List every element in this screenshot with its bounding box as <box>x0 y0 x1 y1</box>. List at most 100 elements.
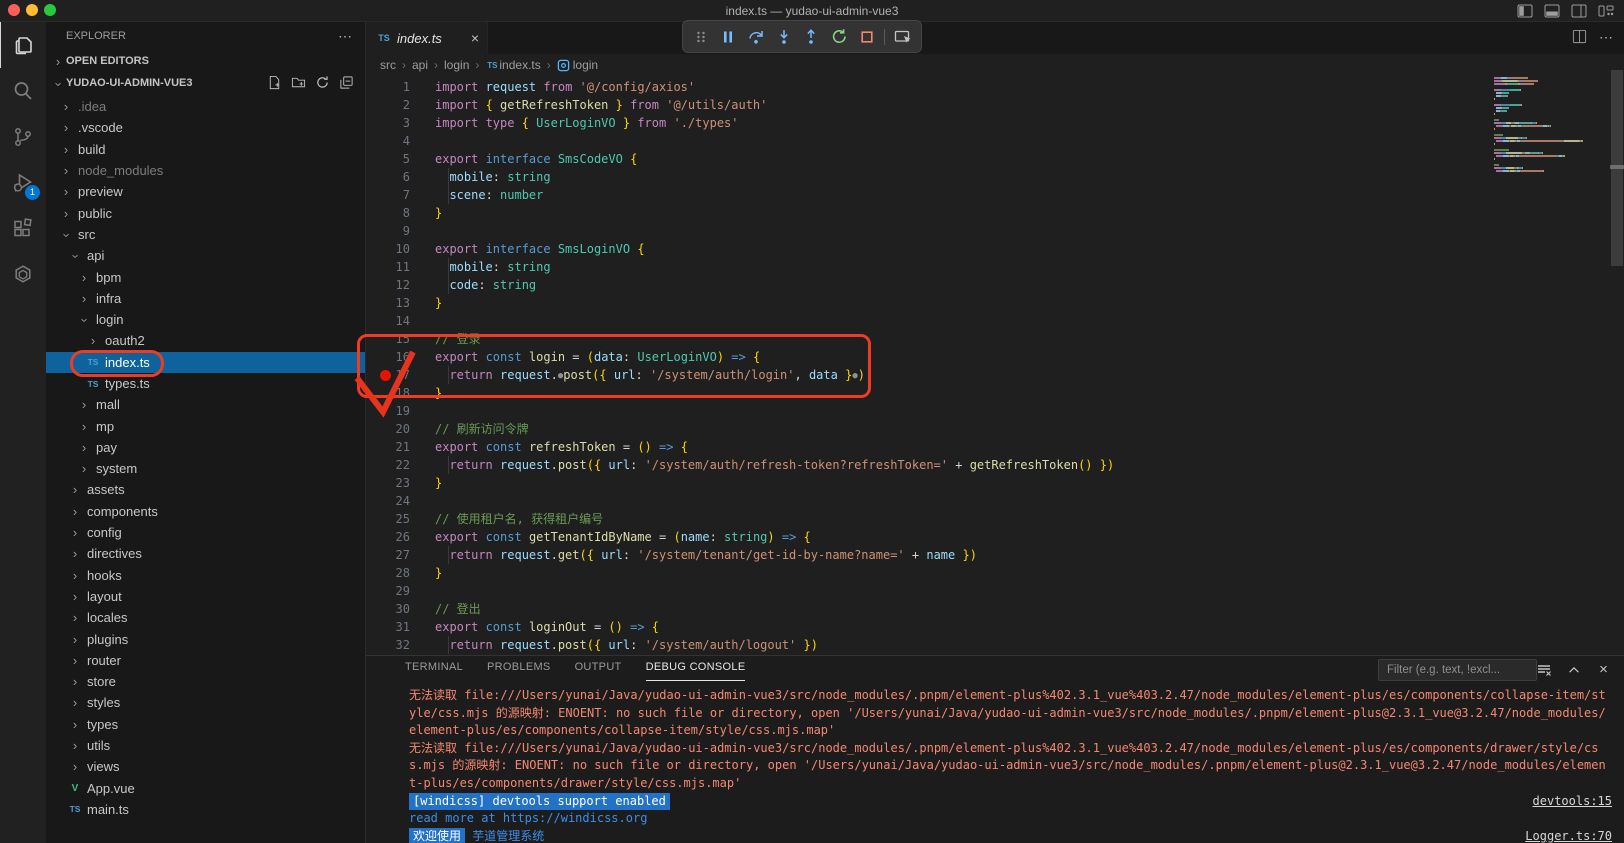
tree-item-layout[interactable]: ›layout <box>46 586 365 607</box>
activity-source-control-icon[interactable] <box>0 114 46 160</box>
tree-item-src[interactable]: ›src <box>46 224 365 245</box>
line-number[interactable]: 4 <box>366 132 410 150</box>
new-folder-icon[interactable] <box>291 75 307 91</box>
activity-run-debug-icon[interactable]: 1 <box>0 160 46 206</box>
activity-files-icon[interactable] <box>0 22 46 68</box>
breadcrumb-item-api[interactable]: api <box>412 58 428 72</box>
editor-more-actions-icon[interactable]: ⋯ <box>1599 29 1614 46</box>
tree-item-types[interactable]: ›types <box>46 714 365 735</box>
code-editor[interactable]: 1import request from '@/config/axios'2im… <box>366 76 1494 655</box>
tree-item-mall[interactable]: ›mall <box>46 394 365 415</box>
breadcrumb-item-index.ts[interactable]: TSindex.ts <box>485 58 540 72</box>
line-number[interactable]: 2 <box>366 96 410 114</box>
toggle-secondary-sidebar-icon[interactable] <box>1569 2 1589 20</box>
debug-pause-icon[interactable] <box>717 24 741 50</box>
filter-lines-icon[interactable] <box>1535 661 1552 678</box>
line-number[interactable]: 18 <box>366 384 410 402</box>
line-number[interactable]: 9 <box>366 222 410 240</box>
tree-item-router[interactable]: ›router <box>46 650 365 671</box>
line-number[interactable]: 24 <box>366 492 410 510</box>
line-number[interactable]: 27 <box>366 546 410 564</box>
line-number[interactable]: 23 <box>366 474 410 492</box>
tree-item-pay[interactable]: ›pay <box>46 437 365 458</box>
line-number[interactable]: 31 <box>366 618 410 636</box>
line-number[interactable]: 6 <box>366 168 410 186</box>
tree-item-plugins[interactable]: ›plugins <box>46 628 365 649</box>
debug-step-into-icon[interactable] <box>772 24 796 50</box>
toggle-sidebar-icon[interactable] <box>1515 2 1535 20</box>
tree-item-App.vue[interactable]: VApp.vue <box>46 778 365 799</box>
open-editors-section[interactable]: › OPEN EDITORS <box>46 50 365 72</box>
line-number[interactable]: 13 <box>366 294 410 312</box>
line-number[interactable]: 14 <box>366 312 410 330</box>
tree-item-preview[interactable]: ›preview <box>46 181 365 202</box>
tree-item-.idea[interactable]: ›.idea <box>46 96 365 117</box>
line-number[interactable]: 16 <box>366 348 410 366</box>
tree-item-bpm[interactable]: ›bpm <box>46 266 365 287</box>
panel-tab-debug-console[interactable]: DEBUG CONSOLE <box>646 661 746 681</box>
line-number[interactable]: 30 <box>366 600 410 618</box>
line-number[interactable]: 22 <box>366 456 410 474</box>
breakpoint-icon[interactable] <box>380 370 391 381</box>
tree-item-views[interactable]: ›views <box>46 756 365 777</box>
tree-item-components[interactable]: ›components <box>46 501 365 522</box>
line-number[interactable]: 5 <box>366 150 410 168</box>
line-number[interactable]: 15 <box>366 330 410 348</box>
console-source-link[interactable]: devtools:15 <box>1533 793 1612 811</box>
tree-item-public[interactable]: ›public <box>46 202 365 223</box>
line-number[interactable]: 12 <box>366 276 410 294</box>
toggle-panel-icon[interactable] <box>1542 2 1562 20</box>
line-number[interactable]: 3 <box>366 114 410 132</box>
tree-item-node_modules[interactable]: ›node_modules <box>46 160 365 181</box>
explorer-more-actions-icon[interactable]: ⋯ <box>338 28 353 45</box>
editor-scrollbar[interactable] <box>1610 76 1624 655</box>
line-number[interactable]: 19 <box>366 402 410 420</box>
line-number[interactable]: 29 <box>366 582 410 600</box>
line-number[interactable]: 21 <box>366 438 410 456</box>
tree-item-locales[interactable]: ›locales <box>46 607 365 628</box>
breadcrumb-item-login[interactable]: login <box>444 58 469 72</box>
debug-stop-icon[interactable] <box>855 24 879 50</box>
line-number[interactable]: 25 <box>366 510 410 528</box>
tree-item-config[interactable]: ›config <box>46 522 365 543</box>
tree-item-index.ts[interactable]: TSindex.ts <box>46 352 365 373</box>
tab-close-icon[interactable]: × <box>471 30 479 46</box>
tree-item-utils[interactable]: ›utils <box>46 735 365 756</box>
line-number[interactable]: 11 <box>366 258 410 276</box>
tree-item-styles[interactable]: ›styles <box>46 692 365 713</box>
line-number[interactable]: 28 <box>366 564 410 582</box>
activity-search-icon[interactable] <box>0 68 46 114</box>
tree-item-api[interactable]: ›api <box>46 245 365 266</box>
line-number[interactable]: 26 <box>366 528 410 546</box>
tree-item-hooks[interactable]: ›hooks <box>46 565 365 586</box>
debug-step-over-icon[interactable] <box>744 24 768 50</box>
panel-tab-problems[interactable]: PROBLEMS <box>487 661 551 681</box>
minimap[interactable] <box>1494 77 1600 656</box>
new-file-icon[interactable] <box>267 75 283 91</box>
debug-restart-icon[interactable] <box>827 24 851 50</box>
activity-extensions-icon[interactable] <box>0 206 46 252</box>
activity-openai-icon[interactable] <box>0 252 46 298</box>
tree-item-assets[interactable]: ›assets <box>46 479 365 500</box>
customize-layout-icon[interactable] <box>1596 2 1616 20</box>
line-number[interactable]: 20 <box>366 420 410 438</box>
panel-tab-terminal[interactable]: TERMINAL <box>405 661 463 681</box>
collapse-all-icon[interactable] <box>339 75 355 91</box>
tree-item-types.ts[interactable]: TStypes.ts <box>46 373 365 394</box>
breadcrumb-item-src[interactable]: src <box>380 58 396 72</box>
panel-tab-output[interactable]: OUTPUT <box>575 661 622 681</box>
line-number[interactable]: 1 <box>366 78 410 96</box>
tree-item-directives[interactable]: ›directives <box>46 543 365 564</box>
breadcrumb-item-login[interactable]: login <box>557 58 598 72</box>
tree-item-oauth2[interactable]: ›oauth2 <box>46 330 365 351</box>
tree-item-build[interactable]: ›build <box>46 139 365 160</box>
line-number[interactable]: 7 <box>366 186 410 204</box>
line-number[interactable]: 32 <box>366 636 410 654</box>
tree-item-.vscode[interactable]: ›.vscode <box>46 117 365 138</box>
console-source-link[interactable]: Logger.ts:70 <box>1525 828 1612 843</box>
debug-grip-icon[interactable] <box>689 24 713 50</box>
console-link-text[interactable]: read more at https://windicss.org <box>409 810 647 828</box>
debug-inspect-icon[interactable] <box>891 24 915 50</box>
debug-step-out-icon[interactable] <box>800 24 824 50</box>
tree-item-login[interactable]: ›login <box>46 309 365 330</box>
